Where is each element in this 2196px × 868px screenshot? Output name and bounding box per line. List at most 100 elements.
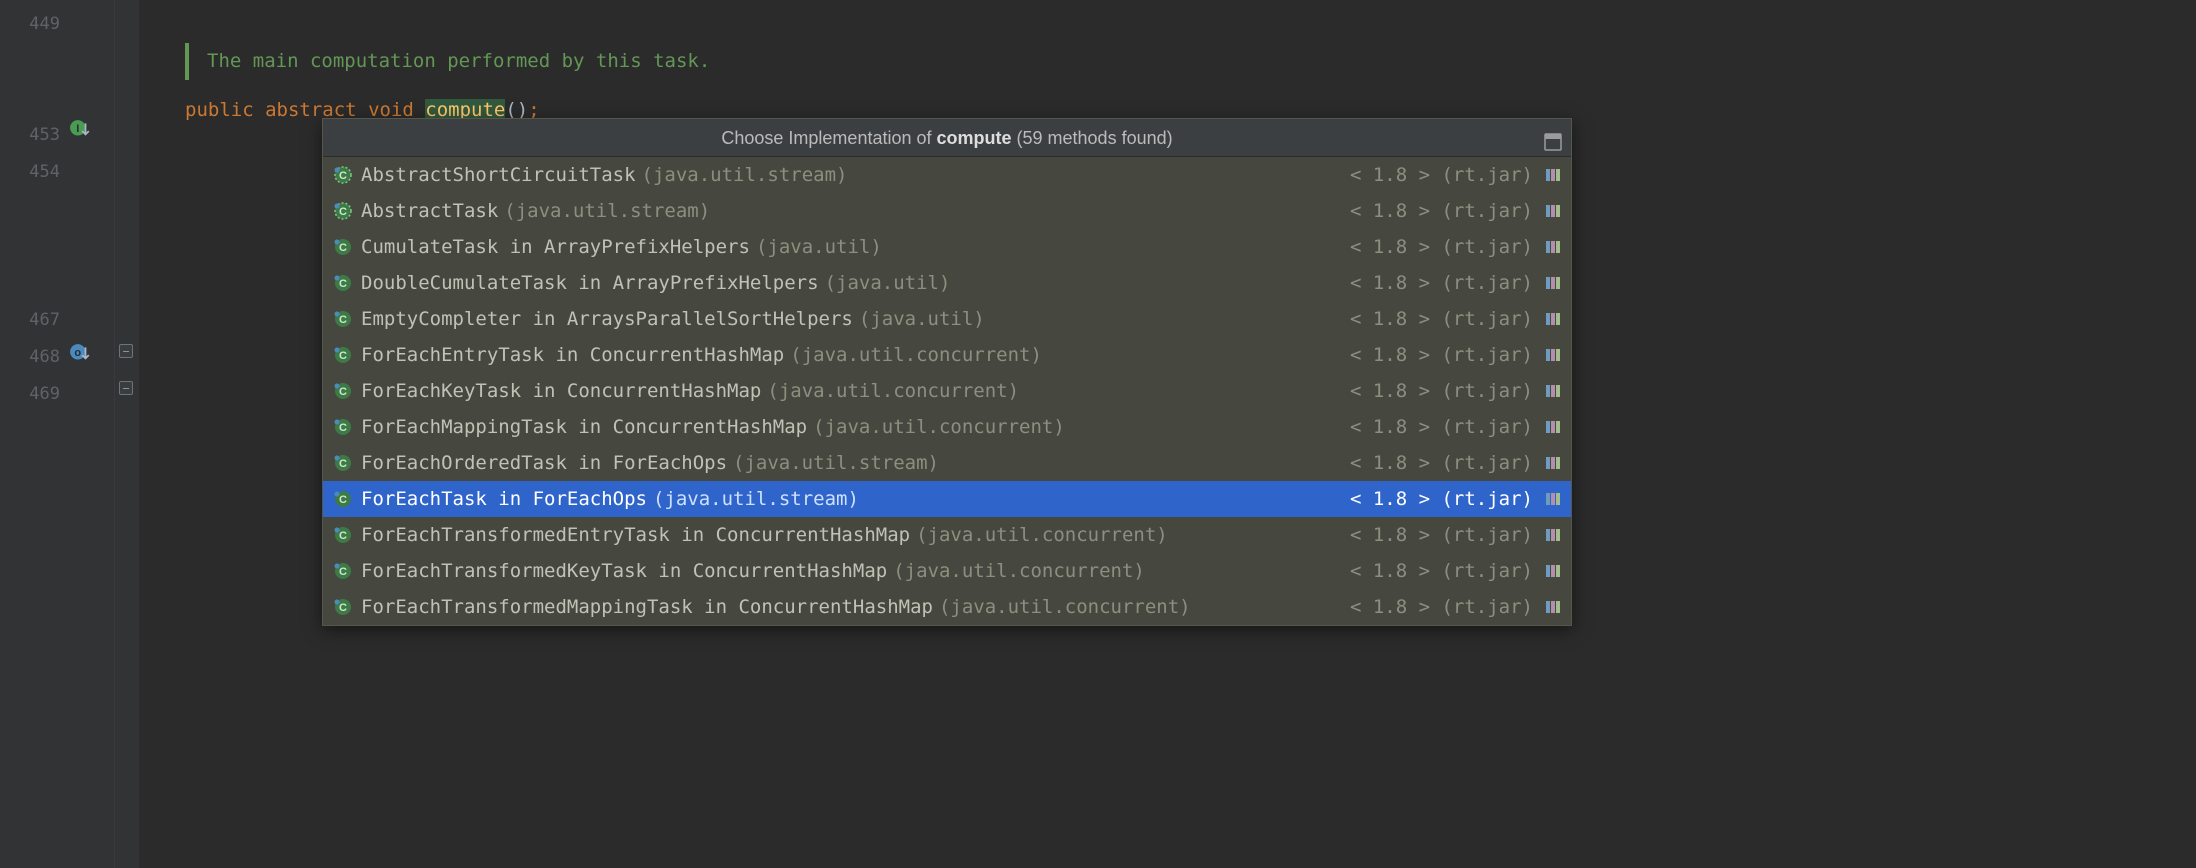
implementation-item[interactable]: C DoubleCumulateTask in ArrayPrefixHelpe…	[323, 265, 1571, 301]
item-class-name: ForEachEntryTask in ConcurrentHashMap	[361, 344, 784, 366]
javadoc-summary: The main computation performed by this t…	[185, 43, 2196, 80]
class-icon: C	[333, 309, 353, 329]
implementation-item[interactable]: C AbstractTask (java.util.stream)< 1.8 >…	[323, 193, 1571, 229]
svg-text:C: C	[339, 530, 347, 542]
line-number: 469	[0, 376, 60, 413]
keyword-public: public	[185, 99, 254, 121]
svg-text:C: C	[339, 242, 347, 254]
line-number-blank	[0, 43, 60, 80]
class-icon: C	[333, 453, 353, 473]
popup-title-suffix: (59 methods found)	[1012, 128, 1173, 148]
line-number: 453	[0, 117, 60, 154]
item-class-name: ForEachTransformedKeyTask in ConcurrentH…	[361, 560, 887, 582]
library-icon	[1545, 598, 1563, 616]
code-editor[interactable]: The main computation performed by this t…	[139, 0, 2196, 868]
class-icon: C	[333, 345, 353, 365]
override-down-icon[interactable]: o	[68, 342, 92, 366]
class-icon: C	[333, 597, 353, 617]
item-package: (java.util.concurrent)	[767, 380, 1019, 402]
item-location: < 1.8 > (rt.jar)	[1350, 416, 1533, 438]
implementation-item[interactable]: C ForEachTransformedEntryTask in Concurr…	[323, 517, 1571, 553]
fold-marker-icon[interactable]	[119, 344, 133, 358]
line-number-blank	[0, 80, 60, 117]
svg-text:C: C	[339, 206, 347, 218]
item-location: < 1.8 > (rt.jar)	[1350, 560, 1533, 582]
line-number: 454	[0, 154, 60, 191]
line-number-blank	[0, 228, 60, 265]
item-class-name: AbstractShortCircuitTask	[361, 164, 636, 186]
line-number: 449	[0, 6, 60, 43]
item-package: (java.util.concurrent)	[893, 560, 1145, 582]
item-package: (java.util.stream)	[733, 452, 939, 474]
item-package: (java.util.concurrent)	[916, 524, 1168, 546]
svg-text:o: o	[74, 347, 81, 359]
implementation-item[interactable]: C EmptyCompleter in ArraysParallelSortHe…	[323, 301, 1571, 337]
item-class-name: ForEachTransformedEntryTask in Concurren…	[361, 524, 910, 546]
item-location: < 1.8 > (rt.jar)	[1350, 452, 1533, 474]
implementation-item[interactable]: C CumulateTask in ArrayPrefixHelpers (ja…	[323, 229, 1571, 265]
implementation-item[interactable]: C ForEachMappingTask in ConcurrentHashMa…	[323, 409, 1571, 445]
class-icon: C	[333, 165, 353, 185]
item-location: < 1.8 > (rt.jar)	[1350, 524, 1533, 546]
svg-text:C: C	[339, 350, 347, 362]
class-icon: C	[333, 417, 353, 437]
svg-text:C: C	[339, 170, 347, 182]
item-package: (java.util.concurrent)	[790, 344, 1042, 366]
library-icon	[1545, 454, 1563, 472]
library-icon	[1545, 310, 1563, 328]
library-icon	[1545, 418, 1563, 436]
class-icon: C	[333, 489, 353, 509]
item-package: (java.util.stream)	[653, 488, 859, 510]
popup-title-bar: Choose Implementation of compute (59 met…	[323, 119, 1571, 157]
implementation-item[interactable]: C ForEachKeyTask in ConcurrentHashMap (j…	[323, 373, 1571, 409]
svg-text:C: C	[339, 386, 347, 398]
library-icon	[1545, 382, 1563, 400]
override-down-icon[interactable]: I	[68, 118, 92, 142]
editor-root: 449 453 454 467 468 469 I o	[0, 0, 2196, 868]
library-icon	[1545, 562, 1563, 580]
item-package: (java.util)	[825, 272, 951, 294]
implementation-item[interactable]: C ForEachOrderedTask in ForEachOps (java…	[323, 445, 1571, 481]
class-icon: C	[333, 561, 353, 581]
implementation-item[interactable]: C ForEachTask in ForEachOps (java.util.s…	[323, 481, 1571, 517]
line-number-gutter: 449 453 454 467 468 469 I o	[0, 0, 115, 868]
item-package: (java.util.stream)	[504, 200, 710, 222]
line-number-blank	[0, 191, 60, 228]
item-class-name: ForEachMappingTask in ConcurrentHashMap	[361, 416, 807, 438]
item-location: < 1.8 > (rt.jar)	[1350, 488, 1533, 510]
line-number-blank	[0, 265, 60, 302]
svg-text:C: C	[339, 458, 347, 470]
item-location: < 1.8 > (rt.jar)	[1350, 308, 1533, 330]
implementation-item[interactable]: C ForEachEntryTask in ConcurrentHashMap …	[323, 337, 1571, 373]
item-class-name: CumulateTask in ArrayPrefixHelpers	[361, 236, 750, 258]
item-class-name: ForEachTask in ForEachOps	[361, 488, 647, 510]
class-icon: C	[333, 201, 353, 221]
popup-list[interactable]: C AbstractShortCircuitTask (java.util.st…	[323, 157, 1571, 625]
item-location: < 1.8 > (rt.jar)	[1350, 236, 1533, 258]
line-number: 468	[0, 339, 60, 376]
library-icon	[1545, 166, 1563, 184]
item-package: (java.util)	[859, 308, 985, 330]
library-icon	[1545, 526, 1563, 544]
svg-text:C: C	[339, 314, 347, 326]
item-location: < 1.8 > (rt.jar)	[1350, 272, 1533, 294]
item-location: < 1.8 > (rt.jar)	[1350, 596, 1533, 618]
implementation-item[interactable]: C ForEachTransformedMappingTask in Concu…	[323, 589, 1571, 625]
class-icon: C	[333, 525, 353, 545]
item-class-name: ForEachTransformedMappingTask in Concurr…	[361, 596, 933, 618]
library-icon	[1545, 202, 1563, 220]
class-icon: C	[333, 273, 353, 293]
library-icon	[1545, 490, 1563, 508]
fold-marker-icon[interactable]	[119, 381, 133, 395]
implementation-item[interactable]: C ForEachTransformedKeyTask in Concurren…	[323, 553, 1571, 589]
item-package: (java.util.concurrent)	[813, 416, 1065, 438]
item-location: < 1.8 > (rt.jar)	[1350, 164, 1533, 186]
svg-text:C: C	[339, 602, 347, 614]
library-icon	[1545, 238, 1563, 256]
popup-expand-icon[interactable]	[1543, 127, 1563, 147]
class-icon: C	[333, 237, 353, 257]
item-class-name: AbstractTask	[361, 200, 498, 222]
editor-scrollbar[interactable]	[2182, 0, 2196, 868]
implementation-item[interactable]: C AbstractShortCircuitTask (java.util.st…	[323, 157, 1571, 193]
item-package: (java.util.stream)	[642, 164, 848, 186]
